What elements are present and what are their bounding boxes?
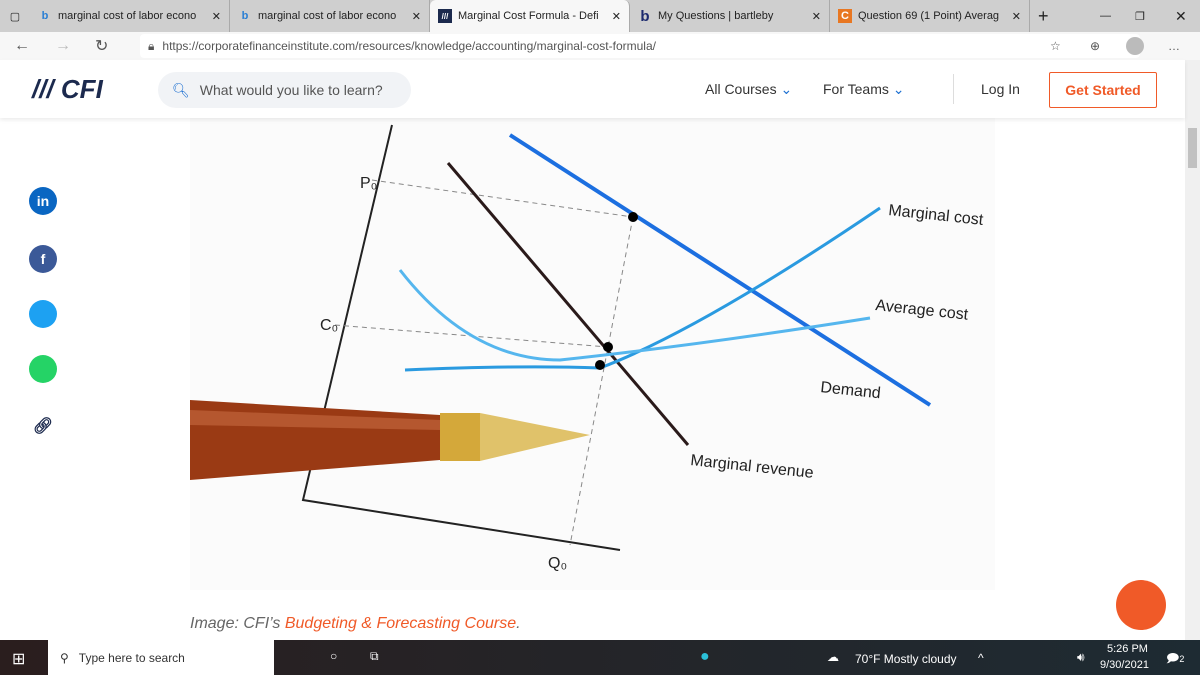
point [628,212,638,222]
c0-label: C₀ [320,317,338,334]
close-window-icon[interactable]: ✕ [1175,8,1187,25]
q0-label: Q₀ [548,555,567,572]
url-field[interactable]: 🔒︎ https://corporatefinanceinstitute.com/… [140,34,1140,58]
close-icon[interactable]: ✕ [412,10,421,23]
tray-chevron-icon[interactable]: ^ [978,651,984,665]
close-icon[interactable]: ✕ [612,10,621,23]
bing-icon: b [241,10,249,22]
taskbar: ⊞ ⚲ Type here to search ○ ⧉ ● ☁ 70°F Most… [0,640,1200,675]
collections-icon[interactable]: ⊕ [1090,39,1100,53]
cfi-logo[interactable]: /// CFI [32,74,103,105]
volume-icon[interactable]: 🔊︎ [1077,650,1085,665]
scrollbar[interactable] [1185,60,1200,640]
tab[interactable]: C Question 69 (1 Point) Averag ✕ [830,0,1030,32]
whatsapp-icon[interactable]: w [29,355,57,383]
windows-start-icon[interactable]: ⊞ [12,649,25,669]
address-bar: ← → ↻ 🔒︎ https://corporatefinanceinstitut… [0,32,1200,60]
close-icon[interactable]: ✕ [212,10,221,23]
minimize-icon[interactable]: — [1100,10,1111,22]
linkedin-icon[interactable]: in [29,187,57,215]
restore-icon[interactable]: ❐ [1135,10,1145,23]
copy-link-icon[interactable]: 🔗︎ [29,412,57,440]
tab[interactable]: b marginal cost of labor econo ✕ [30,0,230,32]
close-icon[interactable]: ✕ [1012,10,1021,23]
lock-icon: 🔒︎ [148,38,155,53]
task-view-icon[interactable]: ⧉ [370,649,379,664]
login-link[interactable]: Log In [981,81,1020,97]
weather-icon: ☁ [827,650,839,664]
facebook-icon[interactable]: f [29,245,57,273]
refresh-icon[interactable]: ↻ [95,36,108,56]
clock-time[interactable]: 5:26 PM [1107,643,1148,655]
site-header: /// CFI 🔍︎ What would you like to learn? … [0,60,1185,118]
search-icon: 🔍︎ [172,81,190,98]
divider [953,74,954,104]
marginal-cost-figure: P₀ C₀ Q₀ Marginal cost Average cost Dema… [190,118,995,590]
point [603,342,613,352]
menu-all-courses[interactable]: All Courses ⌄ [705,81,792,98]
course-link[interactable]: Budgeting & Forecasting Course [285,615,516,632]
notifications-icon[interactable]: 🗩2 [1166,649,1184,670]
profile-avatar[interactable] [1126,37,1144,55]
edge-icon[interactable]: ● [700,648,710,666]
search-input[interactable]: 🔍︎ What would you like to learn? [158,72,411,108]
image-caption: Image: CFI’s Budgeting & Forecasting Cou… [190,615,521,632]
weather-text[interactable]: 70°F Mostly cloudy [855,652,957,666]
tab-actions-icon[interactable]: ▢ [0,10,30,23]
clock-date[interactable]: 9/30/2021 [1100,659,1149,671]
tab[interactable]: b marginal cost of labor econo ✕ [230,0,430,32]
twitter-icon[interactable]: t [29,300,57,328]
tab-active[interactable]: ///Marginal Cost Formula - Defi ✕ [430,0,630,32]
forward-icon[interactable]: → [55,37,71,55]
cortana-icon[interactable]: ○ [330,649,337,663]
taskbar-search[interactable]: ⚲ Type here to search [48,640,274,675]
point [595,360,605,370]
tab-bar: ▢ b marginal cost of labor econo ✕ b margin… [0,0,1200,32]
cfi-icon: /// [438,9,452,23]
favorites-icon[interactable]: ☆ [1050,39,1061,53]
more-icon[interactable]: … [1168,39,1180,53]
chat-button[interactable] [1116,580,1166,630]
menu-for-teams[interactable]: For Teams ⌄ [823,81,905,98]
close-icon[interactable]: ✕ [812,10,821,23]
tab[interactable]: b My Questions | bartleby ✕ [630,0,830,32]
search-icon: ⚲ [60,650,69,665]
chegg-icon: C [838,9,852,23]
back-icon[interactable]: ← [14,37,30,55]
new-tab-icon[interactable]: + [1038,6,1049,27]
bing-icon: b [41,10,49,22]
p0-label: P₀ [360,175,377,192]
bartleby-icon: b [640,7,650,25]
get-started-button[interactable]: Get Started [1049,72,1157,108]
